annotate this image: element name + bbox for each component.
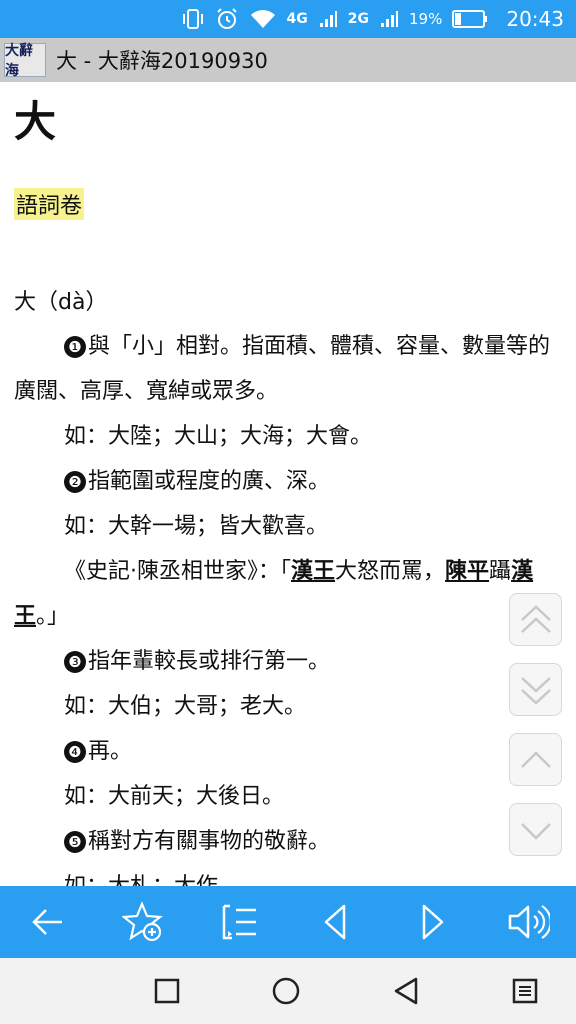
signal-icon xyxy=(318,9,338,29)
double-chevron-up-icon xyxy=(520,604,551,633)
alarm-icon xyxy=(215,7,239,31)
battery-icon xyxy=(452,9,488,29)
pronunciation: 大（dà） xyxy=(14,290,108,315)
title-bar: 大辭海 大 - 大辭海20190930 xyxy=(0,38,576,82)
network-2g-label: 2G xyxy=(347,11,370,27)
line-down-button[interactable] xyxy=(509,803,562,856)
clock: 20:43 xyxy=(506,7,564,31)
sense-example: 如：大幹一場；皆大歡喜。 xyxy=(64,514,329,539)
sense-4: ❹ 再。 xyxy=(14,729,562,774)
sense-example: 如：大伯；大哥；老大。 xyxy=(64,694,307,719)
page-title: 大 - 大辭海20190930 xyxy=(56,49,268,73)
sense-5: ❺ 稱對方有關事物的敬辭。 xyxy=(14,819,562,864)
sense-example: 如：大札；大作。 xyxy=(14,864,562,886)
app-logo: 大辭海 xyxy=(4,43,46,79)
sense-example: 如：大陸；大山；大海；大會。 xyxy=(64,424,373,449)
list-icon xyxy=(222,904,256,940)
line-up-button[interactable] xyxy=(509,733,562,786)
sense-3: ❸ 指年輩較長或排行第一。 xyxy=(14,639,562,684)
sense-quote: 《史記·陳丞相世家》：「漢王大怒而罵，陳平躡漢王。」 xyxy=(14,549,562,639)
sense-definition: 再。 xyxy=(88,739,133,764)
sense-definition: 稱對方有關事物的敬辭。 xyxy=(88,829,331,854)
sense-number: ❸ xyxy=(64,651,86,673)
page-up-button[interactable] xyxy=(509,593,562,646)
double-chevron-down-icon xyxy=(520,676,551,705)
list-button[interactable] xyxy=(210,892,270,952)
system-nav-bar xyxy=(0,958,576,1024)
signal-icon-2 xyxy=(379,9,399,29)
back-button[interactable] xyxy=(18,892,78,952)
bottom-toolbar xyxy=(0,886,576,958)
star-plus-icon xyxy=(122,901,163,942)
network-4g-label: 4G xyxy=(286,11,308,27)
quote-link[interactable]: 陳平 xyxy=(445,559,489,584)
sense-definition: 指範圍或程度的廣、深。 xyxy=(88,469,331,494)
headword: 大 xyxy=(14,97,57,146)
menu-icon xyxy=(512,978,538,1004)
chevron-up-icon xyxy=(520,750,551,768)
quote-source: 《史記·陳丞相世家》：「 xyxy=(64,559,291,584)
battery-percent: 19% xyxy=(409,10,443,28)
status-bar: 4G 2G 19% 20:43 xyxy=(0,0,576,38)
add-favorite-button[interactable] xyxy=(114,892,174,952)
sense-number: ❹ xyxy=(64,741,86,763)
sense-number: ❺ xyxy=(64,831,86,853)
chevron-down-icon xyxy=(520,822,551,840)
recent-apps-button[interactable] xyxy=(150,974,184,1008)
system-back-button[interactable] xyxy=(389,974,423,1008)
sense-definition: 與「小」相對。指面積、體積、容量、數量等的廣闊、高厚、寬綽或眾多。 xyxy=(14,334,551,404)
arrow-left-icon xyxy=(32,909,62,935)
volume-tag[interactable]: 語詞卷 xyxy=(14,188,85,220)
home-button[interactable] xyxy=(269,974,303,1008)
sense-number: ❷ xyxy=(64,471,86,493)
triangle-right-icon xyxy=(422,904,444,940)
speaker-icon xyxy=(508,905,550,939)
vibrate-icon xyxy=(181,8,205,30)
wifi-icon xyxy=(249,8,277,30)
circle-icon xyxy=(272,977,300,1005)
sense-1: ❶ 與「小」相對。指面積、體積、容量、數量等的廣闊、高厚、寬綽或眾多。 xyxy=(14,324,562,414)
triangle-back-icon xyxy=(394,977,418,1005)
triangle-left-icon xyxy=(324,904,346,940)
page-down-button[interactable] xyxy=(509,663,562,716)
square-icon xyxy=(154,978,180,1004)
speak-button[interactable] xyxy=(498,892,558,952)
quote-text: 大怒而罵， xyxy=(335,559,446,584)
sense-definition: 指年輩較長或排行第一。 xyxy=(88,649,331,674)
quote-text: 躡 xyxy=(489,559,512,584)
previous-entry-button[interactable] xyxy=(306,892,366,952)
quote-text: 。」 xyxy=(36,604,70,629)
next-entry-button[interactable] xyxy=(402,892,462,952)
entry-content[interactable]: 大 語詞卷 大（dà） ❶ 與「小」相對。指面積、體積、容量、數量等的廣闊、高厚、… xyxy=(0,82,576,886)
sense-2: ❷ 指範圍或程度的廣、深。 xyxy=(14,459,562,504)
sense-example: 如：大前天；大後日。 xyxy=(64,784,285,809)
quote-link[interactable]: 漢王 xyxy=(291,559,335,584)
sense-number: ❶ xyxy=(64,336,86,358)
system-menu-button[interactable] xyxy=(508,974,542,1008)
